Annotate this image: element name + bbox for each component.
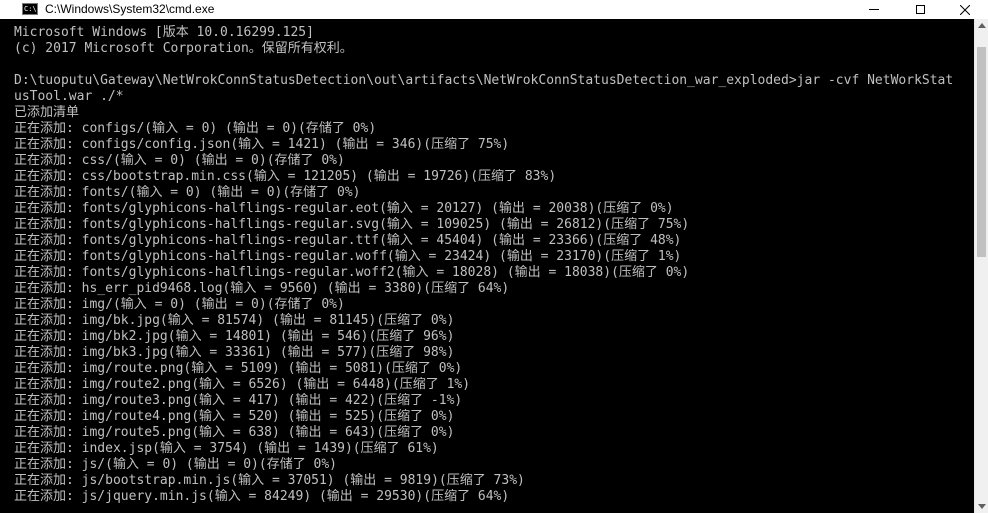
window-title: C:\Windows\System32\cmd.exe (45, 2, 215, 16)
console-line: usTool.war ./* (14, 89, 124, 104)
title-bar[interactable]: C:\ C:\Windows\System32\cmd.exe (0, 0, 988, 19)
console-line: (c) 2017 Microsoft Corporation。保留所有权利。 (14, 41, 353, 56)
console-line: 正在添加: img/bk.jpg(输入 = 81574) (输出 = 81145… (14, 313, 455, 328)
console-line: 正在添加: img/route4.png(输入 = 520) (输出 = 525… (14, 409, 455, 424)
console-line: 正在添加: img/route3.png(输入 = 417) (输出 = 422… (14, 393, 463, 408)
scroll-up-arrow-icon[interactable] (978, 23, 986, 28)
console-line: 正在添加: configs/(输入 = 0) (输出 = 0)(存储了 0%) (14, 121, 377, 136)
console-line: 正在添加: fonts/(输入 = 0) (输出 = 0)(存储了 0%) (14, 185, 361, 200)
console-line: 正在添加: js/bootstrap.min.js(输入 = 37051) (输… (14, 473, 525, 488)
cmd-icon: C:\ (22, 3, 38, 15)
console-line: 正在添加: img/bk3.jpg(输入 = 33361) (输出 = 577)… (14, 345, 455, 360)
console-line: 正在添加: js/jquery.min.js(输入 = 84249) (输出 =… (14, 489, 510, 504)
console-line: 正在添加: fonts/glyphicons-halflings-regular… (14, 233, 682, 248)
scroll-down-arrow-icon[interactable] (978, 504, 986, 509)
close-icon (960, 4, 970, 15)
console-line: 正在添加: configs/config.json(输入 = 1421) (输出… (14, 137, 510, 152)
scroll-thumb[interactable] (977, 47, 986, 257)
console-line: 正在添加: img/route.png(输入 = 5109) (输出 = 508… (14, 361, 463, 376)
console-line: 正在添加: img/route2.png(输入 = 6526) (输出 = 64… (14, 377, 471, 392)
console-output[interactable]: Microsoft Windows [版本 10.0.16299.125] (c)… (14, 25, 974, 513)
maximize-button[interactable] (897, 0, 943, 19)
console-line: 正在添加: css/(输入 = 0) (输出 = 0)(存储了 0%) (14, 153, 345, 168)
console-line: 正在添加: index.jsp(输入 = 3754) (输出 = 1439)(压… (14, 441, 439, 456)
console-line: 已添加清单 (14, 105, 80, 120)
console-line: 正在添加: fonts/glyphicons-halflings-regular… (14, 201, 674, 216)
console-line: D:\tuoputu\Gateway\NetWrokConnStatusDete… (14, 73, 954, 88)
console-line: 正在添加: css/bootstrap.min.css(输入 = 121205)… (14, 169, 557, 184)
minimize-icon (869, 9, 879, 10)
console-line: 正在添加: hs_err_pid9468.log(输入 = 9560) (输出 … (14, 281, 510, 296)
console-line: Microsoft Windows [版本 10.0.16299.125] (14, 25, 314, 40)
console-line: 正在添加: img/(输入 = 0) (输出 = 0)(存储了 0%) (14, 297, 345, 312)
console-line: 正在添加: fonts/glyphicons-halflings-regular… (14, 217, 690, 232)
minimize-button[interactable] (851, 0, 897, 19)
close-button[interactable] (942, 0, 988, 19)
console-line: 正在添加: fonts/glyphicons-halflings-regular… (14, 265, 690, 280)
console-line: 正在添加: img/bk2.jpg(输入 = 14801) (输出 = 546)… (14, 329, 455, 344)
console-line: 正在添加: fonts/glyphicons-halflings-regular… (14, 249, 682, 264)
console-line: 正在添加: img/route5.png(输入 = 638) (输出 = 643… (14, 425, 455, 440)
maximize-icon (915, 5, 925, 14)
cmd-window: C:\ C:\Windows\System32\cmd.exe Microsof… (0, 0, 988, 513)
console-line: 正在添加: js/(输入 = 0) (输出 = 0)(存储了 0%) (14, 457, 338, 472)
vertical-scrollbar[interactable] (974, 19, 988, 513)
